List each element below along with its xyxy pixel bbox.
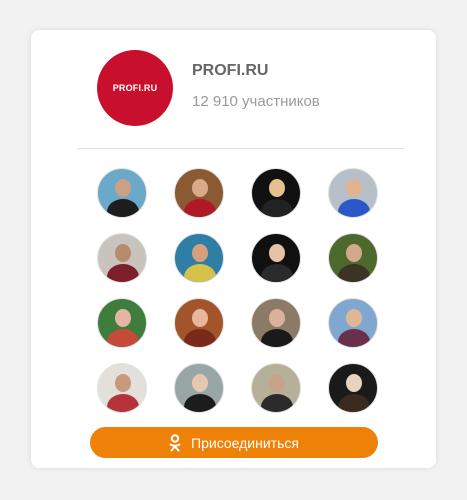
member-avatar[interactable] <box>328 233 378 283</box>
members-grid <box>97 168 378 413</box>
avatar-head <box>192 179 208 197</box>
group-widget: PROFI.RU PROFI.RU 12 910 участников Прис… <box>31 30 436 468</box>
join-button-label: Присоединиться <box>191 434 299 451</box>
group-logo[interactable]: PROFI.RU <box>97 50 173 126</box>
avatar-body <box>107 329 139 347</box>
avatar-head <box>115 179 131 197</box>
avatar-head <box>115 374 131 392</box>
avatar-body <box>184 264 216 282</box>
member-avatar[interactable] <box>251 298 301 348</box>
member-avatar[interactable] <box>97 363 147 413</box>
member-avatar[interactable] <box>174 233 224 283</box>
member-avatar[interactable] <box>97 298 147 348</box>
member-avatar[interactable] <box>328 168 378 218</box>
avatar-body <box>338 394 370 412</box>
avatar-body <box>338 199 370 217</box>
join-button[interactable]: Присоединиться <box>90 427 378 458</box>
avatar-head <box>346 374 362 392</box>
member-avatar[interactable] <box>328 363 378 413</box>
member-avatar[interactable] <box>174 168 224 218</box>
member-avatar[interactable] <box>251 233 301 283</box>
avatar-body <box>184 199 216 217</box>
avatar-head <box>192 244 208 262</box>
divider <box>78 148 404 149</box>
odnoklassniki-icon <box>169 433 181 451</box>
avatar-body <box>107 264 139 282</box>
logo-text: PROFI.RU <box>112 83 158 93</box>
avatar-head <box>192 309 208 327</box>
member-avatar[interactable] <box>251 363 301 413</box>
avatar-head <box>269 244 285 262</box>
member-avatar[interactable] <box>97 233 147 283</box>
avatar-body <box>261 264 293 282</box>
avatar-body <box>261 199 293 217</box>
avatar-head <box>192 374 208 392</box>
group-name[interactable]: PROFI.RU <box>192 62 268 80</box>
avatar-body <box>338 329 370 347</box>
member-avatar[interactable] <box>174 298 224 348</box>
avatar-head <box>346 309 362 327</box>
avatar-body <box>107 199 139 217</box>
avatar-body <box>184 394 216 412</box>
avatar-body <box>107 394 139 412</box>
avatar-head <box>269 374 285 392</box>
avatar-head <box>269 309 285 327</box>
avatar-head <box>346 179 362 197</box>
avatar-body <box>261 329 293 347</box>
member-avatar[interactable] <box>174 363 224 413</box>
avatar-head <box>115 244 131 262</box>
avatar-body <box>184 329 216 347</box>
avatar-head <box>269 179 285 197</box>
avatar-head <box>346 244 362 262</box>
member-avatar[interactable] <box>328 298 378 348</box>
member-avatar[interactable] <box>251 168 301 218</box>
avatar-body <box>261 394 293 412</box>
avatar-body <box>338 264 370 282</box>
members-count: 12 910 участников <box>192 93 320 110</box>
member-avatar[interactable] <box>97 168 147 218</box>
avatar-head <box>115 309 131 327</box>
